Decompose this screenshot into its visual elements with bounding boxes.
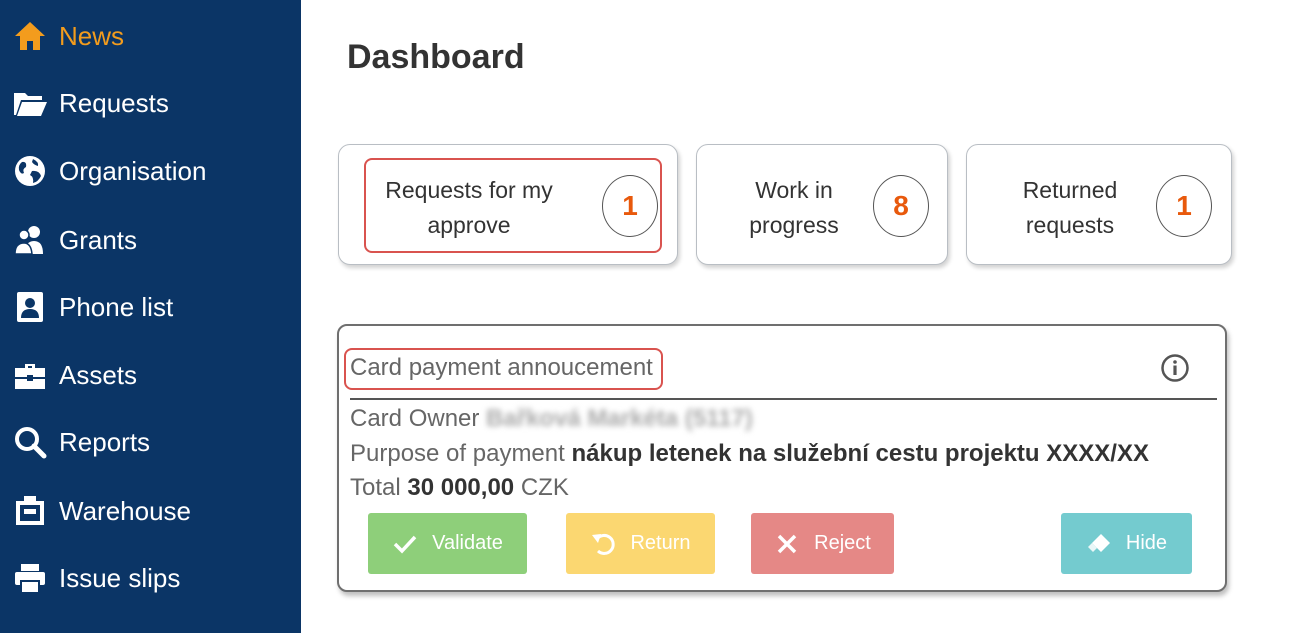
sidebar-item-label: Requests (59, 87, 169, 118)
info-icon[interactable] (1160, 353, 1190, 383)
count-badge: 8 (873, 175, 929, 237)
card-title: Card payment annoucement (350, 354, 653, 381)
page-title: Dashboard (347, 38, 525, 76)
return-label: Return (630, 532, 691, 554)
printer-icon (11, 559, 49, 597)
sidebar-item-warehouse[interactable]: Warehouse (0, 484, 301, 538)
sidebar-item-assets[interactable]: Assets (0, 348, 301, 402)
total-label: Total (350, 474, 401, 501)
total-row: Total 30 000,00 CZK (350, 474, 569, 502)
globe-icon (11, 152, 49, 190)
tile-label: Returned requests (1022, 177, 1118, 238)
reject-button[interactable]: Reject (751, 513, 894, 574)
home-icon (11, 17, 49, 55)
validate-button[interactable]: Validate (368, 513, 527, 574)
sidebar-item-label: News (59, 20, 125, 51)
sidebar-item-label: Issue slips (59, 562, 181, 593)
undo-icon (592, 533, 616, 555)
check-icon (393, 535, 417, 554)
tile-work-in-progress[interactable]: Work in progress 8 (696, 144, 948, 265)
contact-card-icon (11, 288, 49, 326)
sidebar-item-issue-slips[interactable]: Issue slips (0, 551, 301, 605)
eraser-icon (1087, 533, 1110, 552)
sidebar-item-reports[interactable]: Reports (0, 415, 301, 469)
tile-label: Requests for my approve (385, 177, 553, 238)
hide-button[interactable]: Hide (1061, 513, 1192, 574)
card-owner-row: Card Owner Bařková Markéta (5117) (350, 405, 753, 433)
total-currency: CZK (520, 474, 569, 501)
sidebar-item-grants[interactable]: Grants (0, 213, 301, 267)
warehouse-icon (11, 492, 49, 530)
sidebar: News Requests Organisation Grants Phone … (0, 0, 301, 633)
tile-returned-requests[interactable]: Returned requests 1 (966, 144, 1232, 265)
search-icon (11, 423, 49, 461)
sidebar-item-label: Grants (59, 224, 138, 255)
purpose-value: nákup letenek na služební cestu projektu… (571, 440, 1149, 467)
toolbox-icon (11, 356, 49, 394)
card-divider (350, 398, 1217, 400)
return-button[interactable]: Return (566, 513, 715, 574)
sidebar-item-label: Organisation (59, 155, 207, 186)
sidebar-item-label: Phone list (59, 291, 174, 322)
count-badge: 1 (602, 175, 658, 237)
purpose-label: Purpose of payment (350, 440, 565, 467)
total-value: 30 000,00 (407, 474, 515, 501)
sidebar-item-organisation[interactable]: Organisation (0, 144, 301, 198)
folder-open-icon (11, 84, 49, 122)
sidebar-item-label: Warehouse (59, 495, 191, 526)
tile-requests-for-approve[interactable]: Requests for my approve 1 (338, 144, 678, 265)
users-icon (11, 221, 49, 259)
close-icon (777, 534, 797, 553)
reject-label: Reject (814, 532, 871, 554)
purpose-row: Purpose of payment nákup letenek na služ… (350, 440, 1149, 468)
card-owner-label: Card Owner (350, 405, 480, 432)
sidebar-item-label: Reports (59, 426, 151, 457)
count-badge: 1 (1156, 175, 1212, 237)
sidebar-item-label: Assets (59, 359, 138, 390)
sidebar-item-phone-list[interactable]: Phone list (0, 280, 301, 334)
card-owner-value: Bařková Markéta (5117) (486, 405, 753, 432)
sidebar-item-requests[interactable]: Requests (0, 76, 301, 130)
sidebar-item-news[interactable]: News (0, 9, 301, 63)
hide-label: Hide (1125, 532, 1168, 554)
tile-label: Work in progress (749, 177, 839, 238)
validate-label: Validate (432, 532, 503, 554)
